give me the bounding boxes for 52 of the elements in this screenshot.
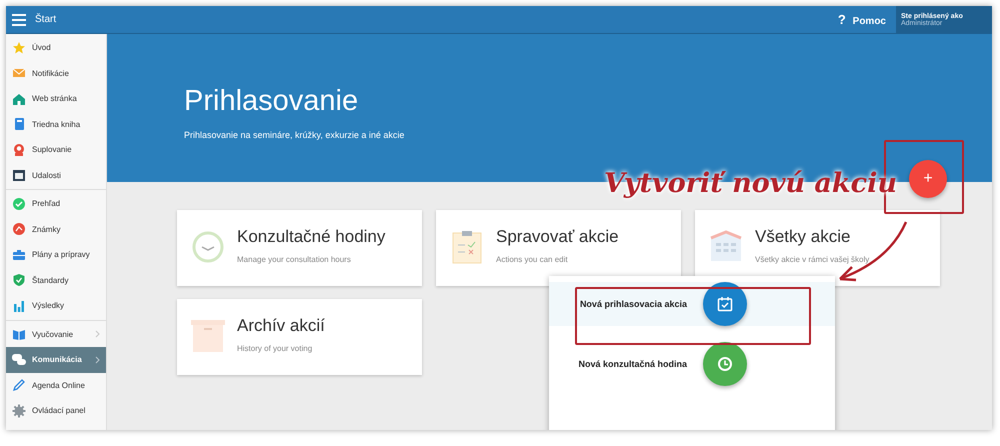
shield-icon	[12, 273, 26, 288]
sidebar-item[interactable]: Známky	[6, 216, 106, 242]
page-subtitle: Prihlasovanie na semináre, krúžky, exkurzie a iné akcie	[184, 130, 406, 140]
sidebar-item[interactable]: Úvod	[6, 35, 106, 60]
page-title: Prihlasovanie	[184, 84, 360, 118]
card-title: Konzultačné hodiny	[237, 226, 386, 248]
pen-icon	[12, 378, 26, 392]
card-title: Archív akcií	[237, 315, 325, 337]
person-icon	[12, 142, 26, 157]
card-subtitle: History of your voting	[237, 344, 314, 353]
sidebar-item[interactable]: Prehľad	[6, 191, 106, 216]
card[interactable]: Konzultačné hodiny Manage your consultation hours	[177, 210, 422, 286]
sidebar-item[interactable]: Triedna kniha	[6, 112, 106, 137]
house-icon	[12, 92, 26, 106]
clock-icon	[703, 342, 747, 386]
menu-button[interactable]: Štart	[6, 6, 56, 34]
menu-item[interactable]: Nová konzultačná hodina	[549, 342, 835, 386]
card-title: Spravovať akcie	[496, 226, 619, 248]
book-icon	[12, 117, 26, 132]
open-book-icon	[12, 327, 26, 342]
help-link[interactable]: ? Pomoc	[838, 12, 886, 27]
sidebar-item[interactable]: Ovládací panel	[6, 398, 106, 424]
add-button[interactable]: +	[909, 160, 947, 198]
sidebar-item[interactable]: Štandardy	[6, 268, 106, 293]
card-subtitle: Všetky akcie v rámci vašej školy	[755, 255, 870, 264]
card-subtitle: Manage your consultation hours	[237, 255, 352, 264]
card-subtitle: Actions you can edit	[496, 255, 569, 264]
chat-icon	[12, 352, 26, 367]
menu-icon	[12, 14, 26, 26]
checkmark-icon	[12, 196, 26, 211]
clock-icon	[190, 230, 226, 264]
calendar-check-icon	[703, 282, 747, 326]
card-title: Všetky akcie	[755, 226, 852, 248]
sidebar-item[interactable]: Výsledky	[6, 293, 106, 318]
card[interactable]: Spravovať akcie Actions you can edit	[436, 210, 681, 286]
bar-chart-icon	[12, 298, 26, 313]
star-icon	[12, 40, 26, 55]
sidebar-item[interactable]: Agenda Online	[6, 372, 106, 398]
sidebar-item[interactable]: Komunikácia	[6, 347, 106, 372]
sidebar-item[interactable]: Udalosti	[6, 162, 106, 188]
card[interactable]: Archív akcií History of your voting	[177, 299, 422, 375]
building-icon	[708, 230, 744, 262]
card[interactable]: Všetky akcie Všetky akcie v rámci vašej školy	[695, 210, 940, 286]
settings-icon	[12, 404, 26, 418]
briefcase-icon	[12, 248, 26, 262]
menu-item[interactable]: Nová prihlasovacia akcia	[549, 282, 835, 326]
sidebar-item[interactable]: Web stránka	[6, 86, 106, 112]
sidebar-item[interactable]: Vyučovanie	[6, 322, 106, 347]
sidebar-item[interactable]: Suplovanie	[6, 137, 106, 162]
sidebar-item[interactable]: Plány a prípravy	[6, 242, 106, 268]
sidebar-item[interactable]: Notifikácie	[6, 60, 106, 86]
box-icon	[190, 319, 226, 353]
